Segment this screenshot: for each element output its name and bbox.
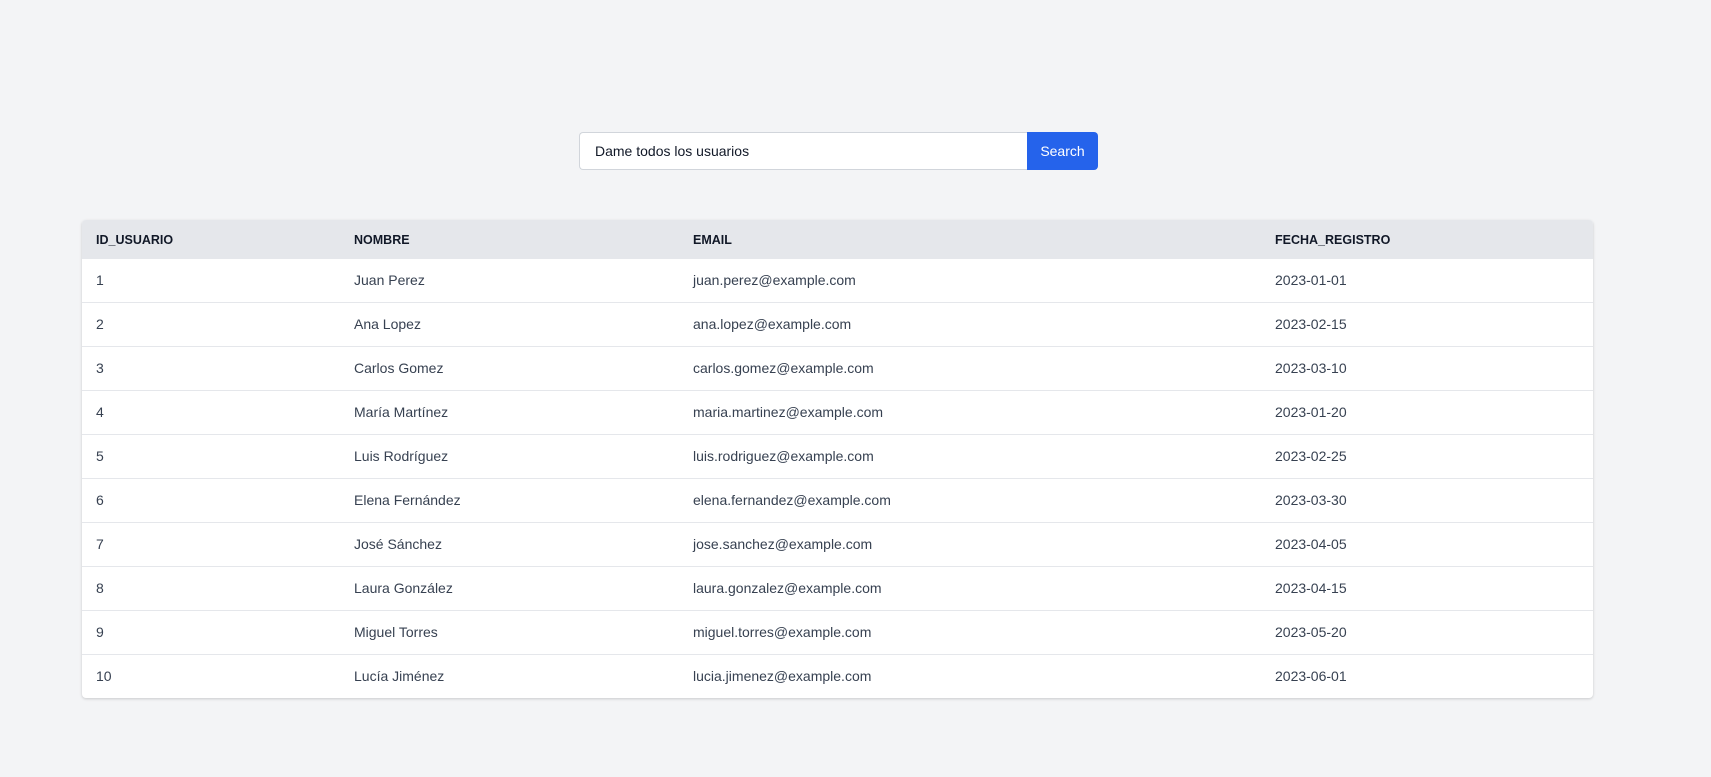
search-bar: Search [579, 132, 1098, 170]
cell-id: 3 [82, 345, 340, 390]
cell-email: maria.martinez@example.com [679, 389, 1261, 434]
cell-nombre: Luis Rodríguez [340, 433, 679, 478]
cell-fecha: 2023-02-15 [1261, 301, 1593, 346]
users-table: ID_USUARIO NOMBRE EMAIL FECHA_REGISTRO 1… [82, 220, 1593, 698]
cell-nombre: Laura González [340, 565, 679, 610]
cell-email: carlos.gomez@example.com [679, 345, 1261, 390]
cell-nombre: Miguel Torres [340, 609, 679, 654]
cell-id: 8 [82, 565, 340, 610]
cell-nombre: Juan Perez [354, 272, 425, 289]
table-row: 9 Miguel Torres miguel.torres@example.co… [82, 609, 1593, 654]
cell-fecha: 2023-06-01 [1261, 653, 1593, 698]
search-input[interactable] [579, 132, 1027, 170]
table-row: 10 Lucía Jiménez lucia.jimenez@example.c… [82, 653, 1593, 698]
cell-id: 4 [82, 389, 340, 434]
cell-id: 9 [82, 609, 340, 654]
table-row: 8 Laura González laura.gonzalez@example.… [82, 565, 1593, 610]
column-header-email: EMAIL [679, 220, 1261, 259]
cell-id: 10 [82, 653, 340, 698]
cell-fecha: 2023-03-30 [1261, 477, 1593, 522]
cell-nombre: José Sánchez [340, 521, 679, 566]
cell-id: 6 [82, 477, 340, 522]
cell-fecha: 2023-03-10 [1261, 345, 1593, 390]
cell-fecha: 2023-04-15 [1261, 565, 1593, 610]
table-row: 5 Luis Rodríguez luis.rodriguez@example.… [82, 433, 1593, 478]
cell-email: juan.perez@example.com [693, 272, 856, 289]
search-button[interactable]: Search [1027, 132, 1098, 170]
cell-fecha: 2023-04-05 [1261, 521, 1593, 566]
cell-nombre: Carlos Gomez [340, 345, 679, 390]
table-row: 4 María Martínez maria.martinez@example.… [82, 389, 1593, 434]
cell-id: 7 [82, 521, 340, 566]
column-header-id-usuario: ID_USUARIO [82, 220, 340, 259]
cell-id: 2 [82, 301, 340, 346]
table-row: 6 Elena Fernández elena.fernandez@exampl… [82, 477, 1593, 522]
cell-fecha: 2023-01-20 [1261, 389, 1593, 434]
table-header-row: ID_USUARIO NOMBRE EMAIL FECHA_REGISTRO [82, 220, 1593, 259]
cell-email: lucia.jimenez@example.com [679, 653, 1261, 698]
cell-email: luis.rodriguez@example.com [679, 433, 1261, 478]
cell-fecha: 2023-01-01 [1275, 272, 1347, 289]
column-header-nombre: NOMBRE [340, 220, 679, 259]
table-row: 7 José Sánchez jose.sanchez@example.com … [82, 521, 1593, 566]
cell-fecha: 2023-02-25 [1261, 433, 1593, 478]
cell-email: miguel.torres@example.com [679, 609, 1261, 654]
cell-email: elena.fernandez@example.com [679, 477, 1261, 522]
cell-nombre: Lucía Jiménez [340, 653, 679, 698]
cell-id: 5 [82, 433, 340, 478]
users-table-container: ID_USUARIO NOMBRE EMAIL FECHA_REGISTRO 1… [82, 220, 1593, 698]
cell-fecha: 2023-05-20 [1261, 609, 1593, 654]
cell-nombre: Ana Lopez [340, 301, 679, 346]
cell-nombre: Elena Fernández [340, 477, 679, 522]
column-header-fecha-registro: FECHA_REGISTRO [1261, 220, 1593, 259]
cell-email: ana.lopez@example.com [679, 301, 1261, 346]
cell-email: laura.gonzalez@example.com [679, 565, 1261, 610]
table-row: 1 Juan Perez juan.perez@example.com 2023… [82, 259, 1593, 302]
table-row: 2 Ana Lopez ana.lopez@example.com 2023-0… [82, 301, 1593, 346]
cell-nombre: María Martínez [340, 389, 679, 434]
cell-email: jose.sanchez@example.com [679, 521, 1261, 566]
table-row: 3 Carlos Gomez carlos.gomez@example.com … [82, 345, 1593, 390]
cell-id: 1 [96, 272, 104, 289]
